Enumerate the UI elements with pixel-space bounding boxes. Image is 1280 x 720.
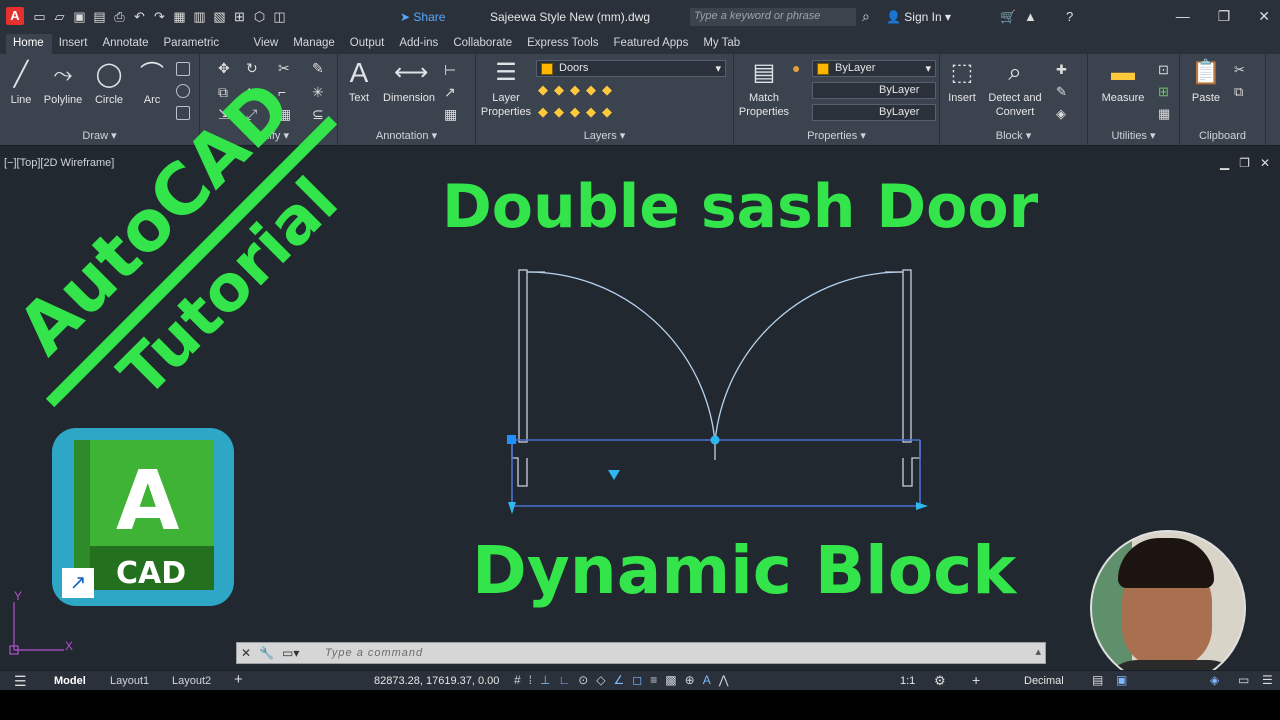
left-jamb [511, 440, 528, 487]
quick-properties-icon[interactable]: ▤ [1092, 673, 1103, 687]
tab-model[interactable]: Model [54, 675, 86, 687]
left-door-leaf [518, 269, 528, 443]
cursor-coordinates: 82873.28, 17619.37, 0.00 [374, 675, 500, 687]
right-jamb [902, 440, 921, 487]
ortho-icon[interactable]: ∟ [558, 673, 570, 687]
lineweight-icon[interactable]: ≡ [650, 673, 657, 687]
annotation-scale[interactable]: 1:1 [900, 675, 915, 687]
close-command-icon[interactable]: ✕ [241, 646, 251, 660]
auto-scale-icon[interactable]: ⋀ [719, 673, 729, 687]
polar-icon[interactable]: ⊙ [578, 673, 588, 687]
command-line: ✕ 🔧 ▭▾ Type a command ▴ [236, 642, 1046, 664]
transparency-icon[interactable]: ▩ [665, 673, 676, 687]
left-swing-arc [526, 271, 716, 443]
command-input[interactable]: Type a command [325, 647, 423, 659]
isodraft-icon[interactable]: ◇ [596, 673, 605, 687]
lock-ui-icon[interactable]: ▣ [1116, 673, 1127, 687]
object-snap-icon[interactable]: ◻ [632, 673, 642, 687]
snap-icon[interactable]: ⁞ [529, 673, 532, 687]
flip-grip [608, 470, 620, 480]
stretch-grip-right [916, 502, 928, 510]
add-layout-icon[interactable]: + [234, 671, 243, 688]
recent-commands-icon[interactable]: ▭▾ [282, 646, 299, 660]
presenter-hair [1118, 538, 1214, 588]
grid-icon[interactable]: # [514, 673, 521, 687]
right-door-leaf [902, 269, 912, 443]
workspace-gear-icon[interactable]: ⚙ [934, 673, 946, 689]
clean-screen-icon[interactable]: ▭ [1238, 673, 1249, 687]
tab-layout1[interactable]: Layout1 [110, 675, 149, 687]
customize-status-icon[interactable]: ☰ [1262, 673, 1273, 687]
status-toggles: # ⁞ ⊥ ∟ ⊙ ◇ ∠ ◻ ≡ ▩ ⊕ A ⋀ [514, 673, 729, 687]
ucs-x-label: X [65, 639, 73, 653]
ucs-y-label: Y [14, 589, 22, 603]
command-line-buttons: ✕ 🔧 ▭▾ [241, 646, 299, 660]
autocad-app-icon: A CAD ↗ [52, 428, 234, 606]
app-icon-letter: A [116, 454, 180, 549]
letterbox-bottom [0, 690, 1280, 720]
object-snap-tracking-icon[interactable]: ∠ [614, 673, 625, 687]
status-bar: ☰ Model Layout1 Layout2 + 82873.28, 1761… [0, 670, 1280, 690]
hamburger-menu-icon[interactable]: ☰ [14, 673, 27, 690]
tab-layout2[interactable]: Layout2 [172, 675, 211, 687]
isolate-objects-icon[interactable]: ◈ [1210, 673, 1219, 687]
base-grip [507, 435, 516, 444]
command-scroll-icon[interactable]: ▴ [1035, 645, 1041, 658]
shortcut-arrow-icon: ↗ [62, 568, 94, 598]
door-drawing[interactable]: Y X [0, 0, 1280, 720]
app-icon-caption: CAD [116, 556, 187, 591]
center-grip [710, 435, 720, 445]
customize-icon[interactable]: 🔧 [259, 646, 274, 660]
autocad-window: A ▭ ▱ ▣ ▤ ⎙ ↶ ↷ ▦ ▥ ▧ ⊞ ⬡ ◫ ➤ Share Saje… [0, 0, 1280, 720]
webcam-overlay [1090, 530, 1246, 686]
annotation-monitor-icon[interactable]: + [972, 672, 980, 688]
right-swing-arc [714, 271, 904, 443]
annotation-visibility-icon[interactable]: A [703, 673, 711, 687]
infer-constraints-icon[interactable]: ⊥ [540, 673, 550, 687]
stretch-grip-left [508, 502, 516, 514]
units-dropdown[interactable]: Decimal [1024, 675, 1064, 687]
selection-cycling-icon[interactable]: ⊕ [685, 673, 695, 687]
